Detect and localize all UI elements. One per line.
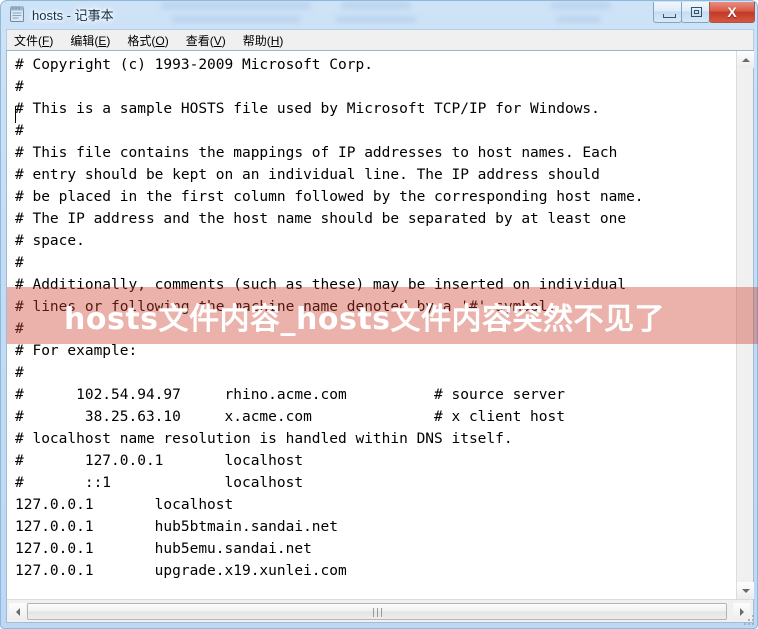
minimize-icon [663,14,676,18]
text-caret [15,106,16,123]
scroll-down-button[interactable] [737,582,754,599]
close-icon: X [727,4,737,20]
menu-bar: 文件(F) 编辑(E) 格式(O) 查看(V) 帮助(H) [6,29,754,50]
minimize-button[interactable] [653,2,682,23]
arrow-up-icon [741,57,750,62]
menu-item-file[interactable]: 文件(F) [14,32,53,49]
menu-item-edit[interactable]: 编辑(E) [70,32,110,49]
scroll-grip-icon [373,607,382,617]
title-bar[interactable]: hosts - 记事本 X [1,1,758,28]
arrow-left-icon [15,607,20,616]
horizontal-scrollbar[interactable] [7,599,753,622]
window-title: hosts - 记事本 [32,8,114,23]
maximize-restore-button[interactable] [681,2,710,23]
notepad-window: hosts - 记事本 X 文件(F) 编辑(E) 格式(O) 查看(V) 帮助… [0,0,758,629]
resize-grip-icon[interactable] [742,613,754,625]
menu-item-view[interactable]: 查看(V) [186,32,226,49]
overlay-banner-text: hosts文件内容_hosts文件内容突然不见了 [64,301,666,337]
window-controls: X [653,2,755,24]
menu-item-help[interactable]: 帮助(H) [243,32,284,49]
arrow-down-icon [741,588,750,593]
scroll-up-button[interactable] [737,51,754,68]
restore-icon [691,7,702,17]
horizontal-scroll-thumb[interactable] [27,603,727,620]
close-button[interactable]: X [709,2,755,23]
notepad-icon [10,6,24,22]
scroll-left-button[interactable] [9,603,26,620]
overlay-banner: hosts文件内容_hosts文件内容突然不见了 [7,287,758,344]
menu-item-format[interactable]: 格式(O) [127,32,168,49]
